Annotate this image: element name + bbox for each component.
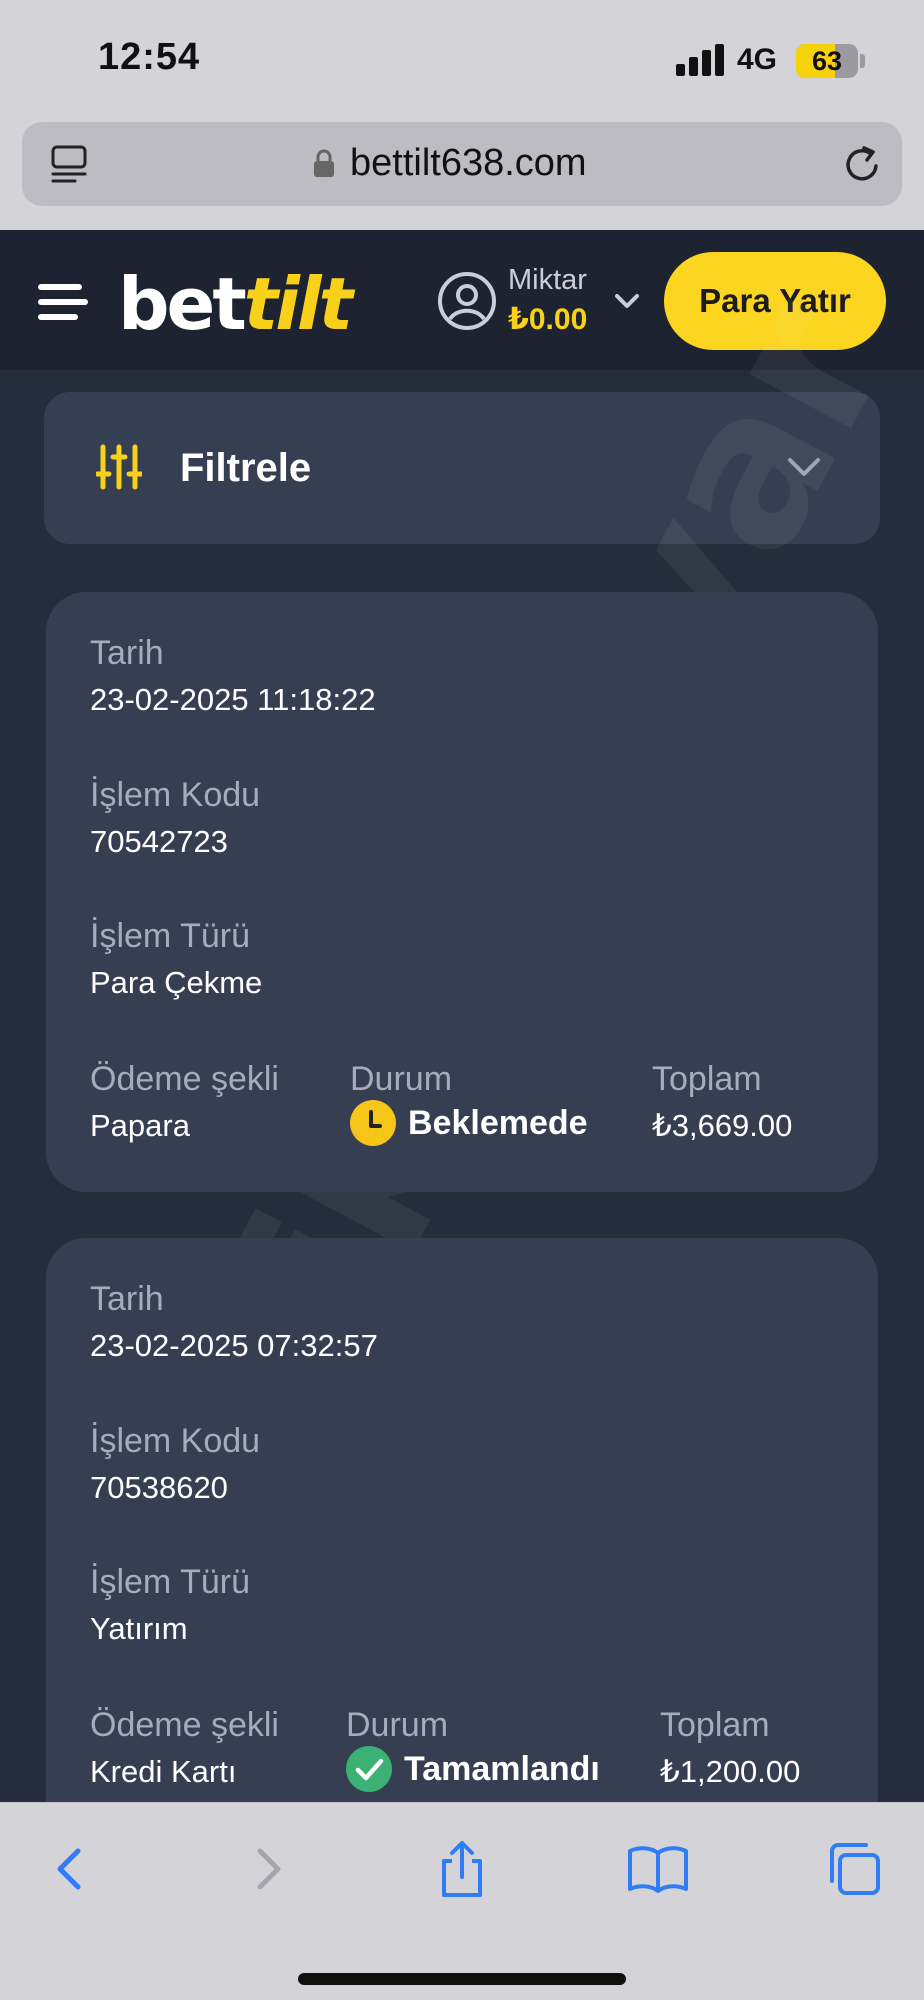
status-badge: Tamamlandı [346,1746,600,1792]
transaction-card: Tarih 23-02-2025 07:32:57 İşlem Kodu 705… [46,1238,878,1802]
code-value: 70538620 [90,1470,228,1505]
code-value: 70542723 [90,824,228,859]
checkmark-icon [346,1746,392,1792]
payment-value: Kredi Kartı [90,1754,237,1789]
url-text[interactable]: bettilt638.com [350,142,587,185]
type-value: Yatırım [90,1611,188,1646]
filter-label: Filtrele [180,446,312,490]
forward-icon[interactable] [236,1839,300,1899]
total-label: Toplam [652,1060,762,1098]
code-label: İşlem Kodu [90,776,261,814]
date-label: Tarih [90,634,164,672]
status-time: 12:54 [98,36,201,78]
total-label: Toplam [660,1706,770,1744]
status-text: Beklemede [408,1103,588,1142]
page-menu-icon[interactable] [50,144,88,184]
type-value: Para Çekme [90,965,263,1000]
total-value: ₺1,200.00 [660,1754,801,1789]
battery-icon: 63 [796,44,858,78]
battery-level: 63 [811,46,843,76]
chevron-down-icon[interactable] [612,290,642,314]
browser-toolbar [0,1802,924,2000]
reload-icon[interactable] [840,142,884,186]
network-type: 4G [737,43,778,76]
total-value: ₺3,669.00 [652,1108,793,1143]
app-header: bettilt Miktar ₺0.00 Para Yatır [0,230,924,370]
payment-label: Ödeme şekli [90,1706,279,1744]
type-label: İşlem Türü [90,1563,250,1601]
lock-icon [314,149,334,177]
back-icon[interactable] [38,1839,102,1899]
deposit-button[interactable]: Para Yatır [664,252,886,350]
share-icon[interactable] [430,1839,494,1899]
hamburger-menu-icon[interactable] [38,282,90,322]
filter-panel[interactable]: Filtrele [44,392,880,544]
address-bar[interactable]: bettilt638.com [22,122,902,206]
transaction-card: Tarih 23-02-2025 11:18:22 İşlem Kodu 705… [46,592,878,1192]
battery-tip [860,54,865,68]
status-label: Durum [350,1060,453,1098]
home-indicator [298,1973,626,1985]
tabs-icon[interactable] [822,1839,886,1899]
user-avatar-icon[interactable] [436,270,498,332]
balance-label: Miktar [508,264,587,296]
type-label: İşlem Türü [90,917,250,955]
signal-icon [676,44,724,76]
status-label: Durum [346,1706,449,1744]
chevron-down-icon[interactable] [784,452,824,482]
date-label: Tarih [90,1280,164,1318]
status-bar: 12:54 4G 63 [0,0,924,120]
date-value: 23-02-2025 11:18:22 [90,682,376,717]
status-badge: Beklemede [350,1100,588,1146]
status-text: Tamamlandı [404,1749,600,1788]
payment-value: Papara [90,1108,190,1143]
clock-icon [350,1100,396,1146]
app-content: bettilt Miktar ₺0.00 Para Yatır Filtrele… [0,230,924,1802]
bookmarks-icon[interactable] [626,1839,690,1899]
payment-label: Ödeme şekli [90,1060,279,1098]
balance-value: ₺0.00 [508,303,588,336]
sliders-icon [96,444,142,490]
date-value: 23-02-2025 07:32:57 [90,1328,378,1363]
code-label: İşlem Kodu [90,1422,261,1460]
bettilt-logo[interactable]: bettilt [118,262,353,346]
